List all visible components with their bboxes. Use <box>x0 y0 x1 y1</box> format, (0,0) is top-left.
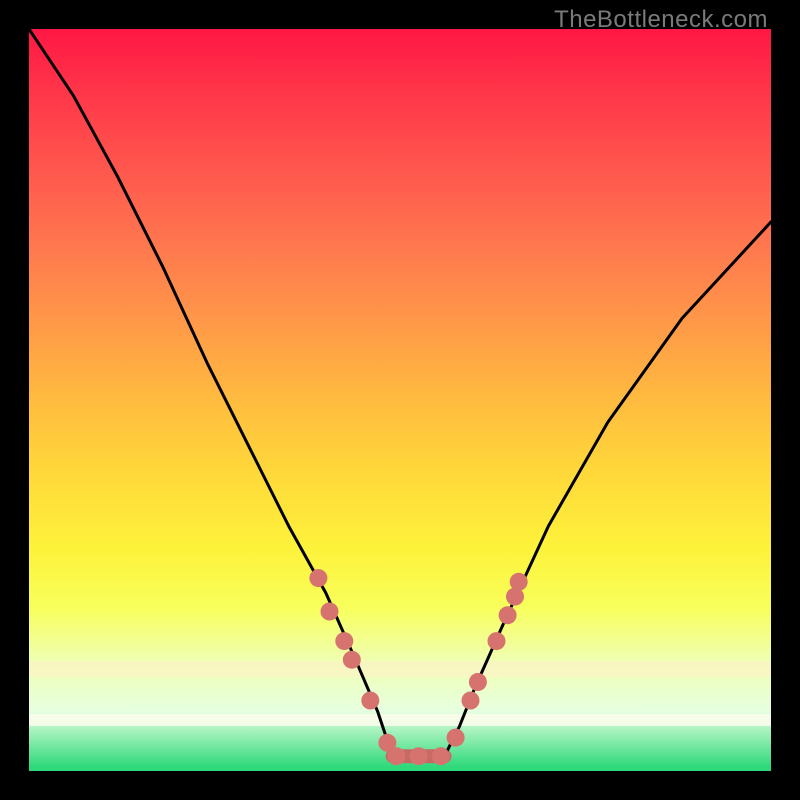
marker-point <box>321 603 339 621</box>
marker-point <box>447 729 465 747</box>
chart-frame: TheBottleneck.com <box>0 0 800 800</box>
marker-point <box>335 632 353 650</box>
marker-group <box>309 569 527 765</box>
marker-point <box>499 606 517 624</box>
marker-point <box>361 692 379 710</box>
plot-area <box>29 29 771 771</box>
marker-point <box>432 747 450 765</box>
marker-point <box>387 747 405 765</box>
curve-paths <box>29 29 771 756</box>
marker-point <box>462 692 480 710</box>
marker-point <box>343 651 361 669</box>
curve-canvas <box>29 29 771 771</box>
marker-point <box>488 632 506 650</box>
watermark-text: TheBottleneck.com <box>554 6 768 34</box>
marker-point <box>309 569 327 587</box>
marker-point <box>469 673 487 691</box>
marker-point <box>510 573 528 591</box>
series-right-curve <box>445 222 772 756</box>
marker-point <box>410 747 428 765</box>
